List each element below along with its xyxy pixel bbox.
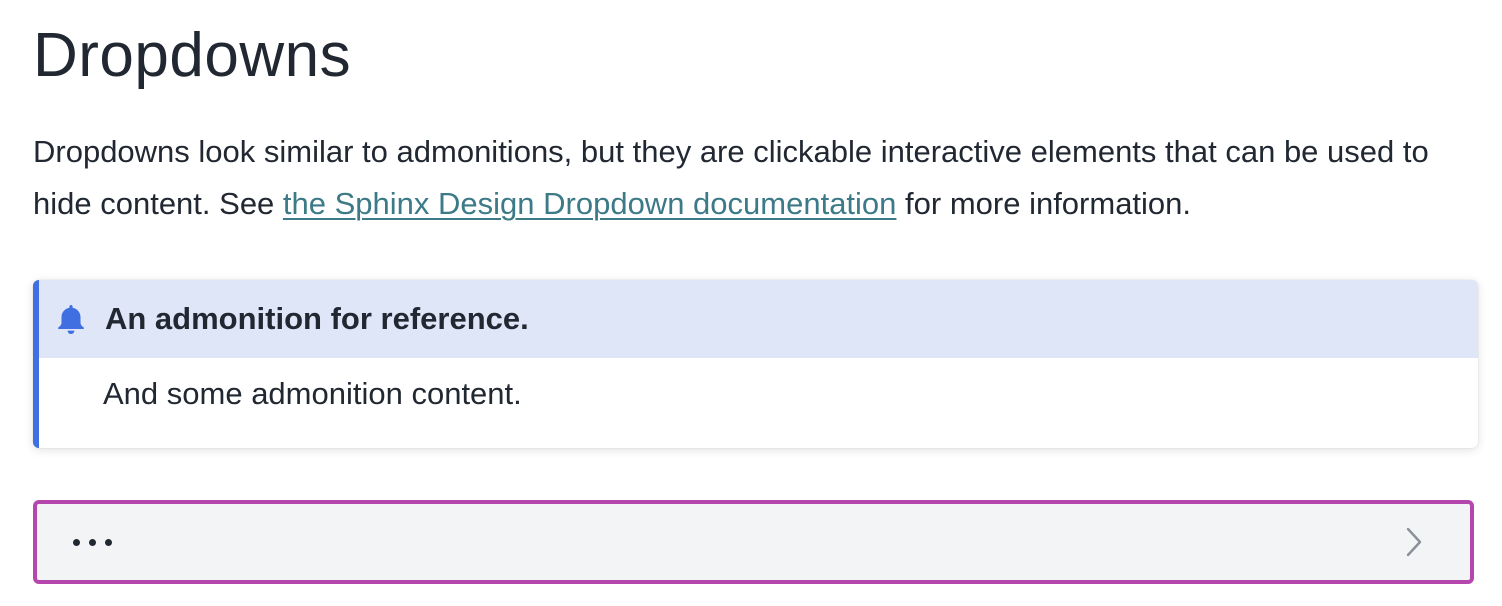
chevron-right-icon[interactable] xyxy=(1402,525,1426,559)
page-title: Dropdowns xyxy=(33,21,352,90)
admonition-title-bar: An admonition for reference. xyxy=(39,280,1478,358)
intro-text-end: for more information. xyxy=(896,186,1192,221)
admonition-body: And some admonition content. xyxy=(103,376,522,411)
ellipsis-icon xyxy=(73,538,112,546)
admonition-note: An admonition for reference. And some ad… xyxy=(33,280,1478,448)
dropdown-toggle[interactable] xyxy=(33,500,1474,584)
sphinx-design-dropdown-docs-link[interactable]: the Sphinx Design Dropdown documentation xyxy=(283,186,897,221)
intro-paragraph: Dropdowns look similar to admonitions, b… xyxy=(33,126,1478,230)
bell-icon xyxy=(53,301,89,337)
admonition-title: An admonition for reference. xyxy=(105,301,529,336)
